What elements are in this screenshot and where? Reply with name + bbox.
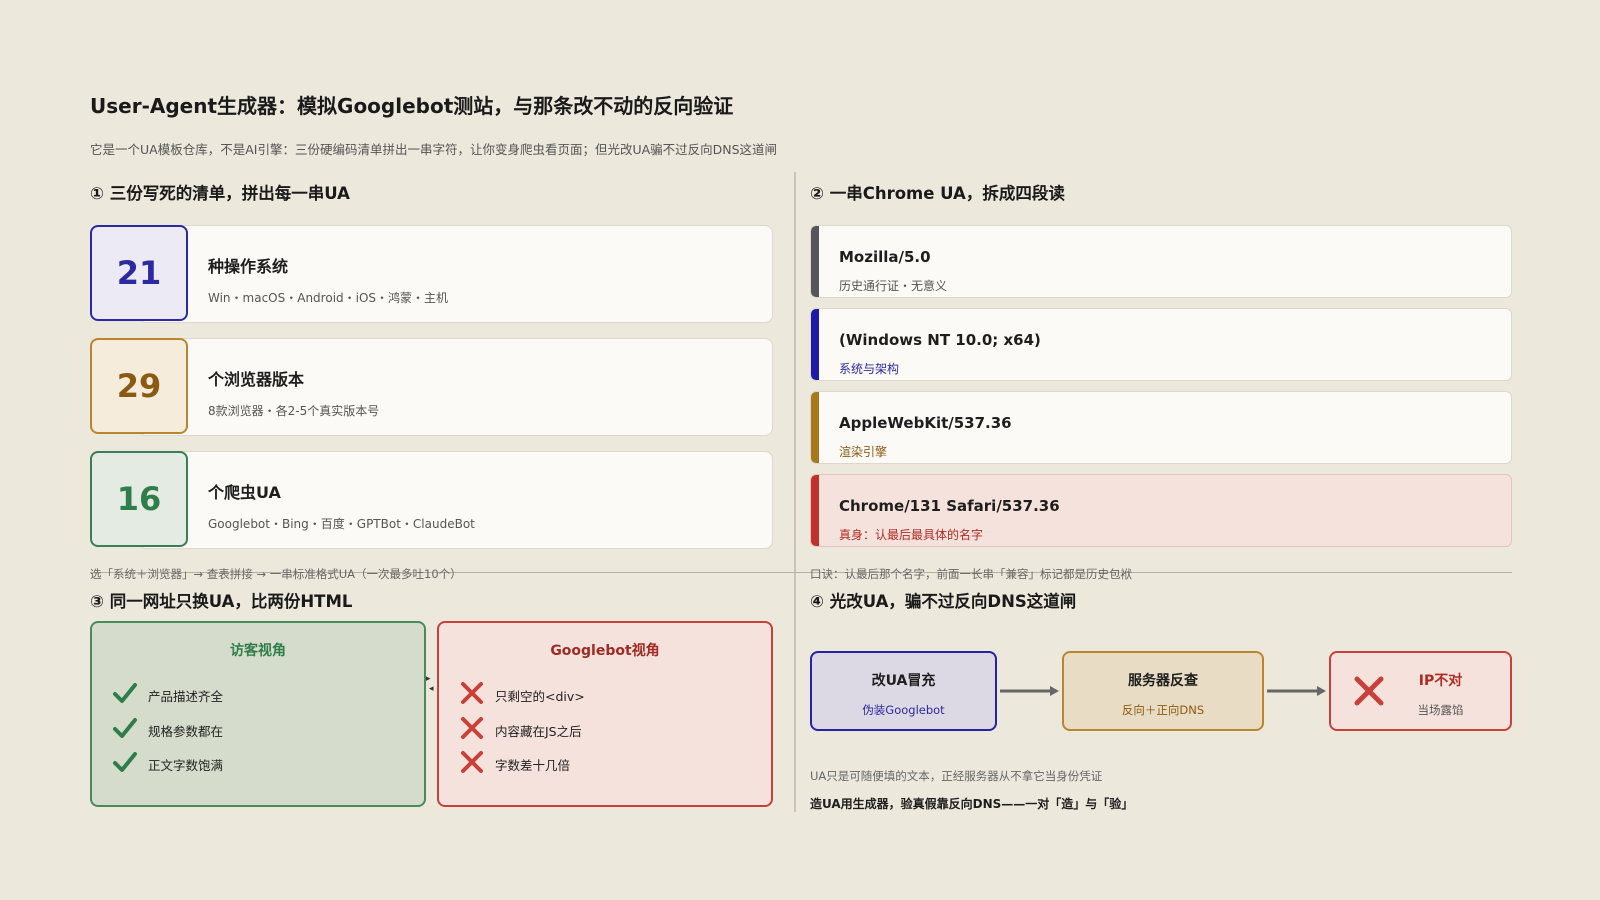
- segment-code: (Windows NT 10.0; x64): [839, 331, 1041, 349]
- count-name: 种操作系统: [208, 257, 289, 276]
- section4-note: UA只是可随便填的文本，正经服务器从不拿它当身份凭证: [810, 769, 1103, 783]
- segment-desc: 真身：认最后最具体的名字: [839, 528, 984, 542]
- cross-icon: [461, 717, 483, 739]
- visitor-item: 产品描述齐全: [148, 689, 224, 704]
- section4-heading: ④ 光改UA，骗不过反向DNS这道闸: [810, 592, 1077, 611]
- flow-step-title: 改UA冒充: [871, 673, 936, 689]
- cross-icon: [461, 751, 483, 773]
- ua-segment-system: (Windows NT 10.0; x64) 系统与架构: [810, 308, 1512, 381]
- arrow-left-icon: ◂: [429, 684, 434, 694]
- flow-arrow-icon: [1000, 686, 1059, 696]
- visitor-item: 正文字数饱满: [148, 758, 224, 773]
- count-badge: 21: [90, 225, 188, 321]
- visitor-view-title: 访客视角: [230, 643, 286, 659]
- section3-heading: ③ 同一网址只换UA，比两份HTML: [90, 592, 353, 611]
- segment-desc: 系统与架构: [839, 362, 900, 376]
- visitor-view-panel: 访客视角 产品描述齐全 规格参数都在 正文字数饱满: [90, 621, 426, 807]
- flow-step-sub: 伪装Googlebot: [862, 703, 945, 717]
- googlebot-item: 字数差十几倍: [495, 758, 571, 773]
- googlebot-item: 内容藏在JS之后: [495, 724, 582, 739]
- flow-step-exposed: IP不对 当场露馅: [1329, 651, 1512, 731]
- ua-segment-browser: Chrome/131 Safari/537.36 真身：认最后最具体的名字: [810, 474, 1512, 547]
- count-desc: 8款浏览器・各2-5个真实版本号: [208, 404, 380, 418]
- section4-summary: 造UA用生成器，验真假靠反向DNS——一对「造」与「验」: [810, 797, 1134, 811]
- count-card-browser: 29 个浏览器版本 8款浏览器・各2-5个真实版本号: [90, 338, 773, 436]
- googlebot-item: 只剩空的<div>: [495, 689, 585, 704]
- flow-step-sub: 当场露馅: [1417, 703, 1464, 717]
- segment-desc: 历史通行证・无意义: [839, 279, 948, 293]
- count-badge: 29: [90, 338, 188, 434]
- count-name: 个浏览器版本: [208, 370, 305, 389]
- segment-bar: [811, 309, 819, 380]
- count-desc: Googlebot・Bing・百度・GPTBot・ClaudeBot: [208, 517, 475, 531]
- googlebot-view-panel: Googlebot视角 只剩空的<div> 内容藏在JS之后 字数差十几倍: [437, 621, 773, 807]
- section2-heading: ② 一串Chrome UA，拆成四段读: [810, 184, 1065, 203]
- count-card-os: 21 种操作系统 Win・macOS・Android・iOS・鸿蒙・主机: [90, 225, 773, 323]
- visitor-item: 规格参数都在: [148, 724, 224, 739]
- page-subtitle: 它是一个UA模板仓库，不是AI引擎：三份硬编码清单拼出一串字符，让你变身爬虫看页…: [90, 142, 778, 157]
- segment-bar: [811, 475, 819, 546]
- ua-segment-engine: AppleWebKit/537.36 渲染引擎: [810, 391, 1512, 464]
- arrow-right-icon: ▸: [426, 674, 431, 684]
- cross-icon: [461, 682, 483, 704]
- check-icon: [113, 752, 137, 772]
- ua-segment-mozilla: Mozilla/5.0 历史通行证・无意义: [810, 225, 1512, 298]
- flow-step-sub: 反向＋正向DNS: [1121, 703, 1205, 717]
- segment-bar: [811, 392, 819, 463]
- flow-step-spoof: 改UA冒充 伪装Googlebot: [810, 651, 997, 731]
- check-icon: [113, 718, 137, 738]
- segment-code: Chrome/131 Safari/537.36: [839, 497, 1060, 515]
- vertical-divider: [794, 172, 796, 812]
- section1-heading: ① 三份写死的清单，拼出每一串UA: [90, 184, 350, 203]
- segment-code: Mozilla/5.0: [839, 248, 931, 266]
- segment-bar: [811, 226, 819, 297]
- page-title: User-Agent生成器：模拟Googlebot测站，与那条改不动的反向验证: [90, 94, 734, 118]
- segment-code: AppleWebKit/537.36: [839, 414, 1012, 432]
- flow-arrow-icon: [1267, 686, 1326, 696]
- flow-step-title: IP不对: [1418, 673, 1463, 689]
- section1-note: 选「系统＋浏览器」→ 查表拼接 → 一串标准格式UA（一次最多吐10个）: [90, 567, 462, 581]
- section2-note: 口诀：认最后那个名字，前面一长串「兼容」标记都是历史包袱: [810, 567, 1132, 581]
- count-card-crawler: 16 个爬虫UA Googlebot・Bing・百度・GPTBot・Claude…: [90, 451, 773, 549]
- count-badge: 16: [90, 451, 188, 547]
- segment-desc: 渲染引擎: [839, 445, 888, 459]
- count-desc: Win・macOS・Android・iOS・鸿蒙・主机: [208, 291, 449, 305]
- googlebot-view-title: Googlebot视角: [550, 643, 660, 659]
- count-name: 个爬虫UA: [208, 483, 281, 502]
- check-icon: [113, 683, 137, 703]
- flow-step-reverse-lookup: 服务器反查 反向＋正向DNS: [1062, 651, 1264, 731]
- flow-step-title: 服务器反查: [1128, 673, 1198, 689]
